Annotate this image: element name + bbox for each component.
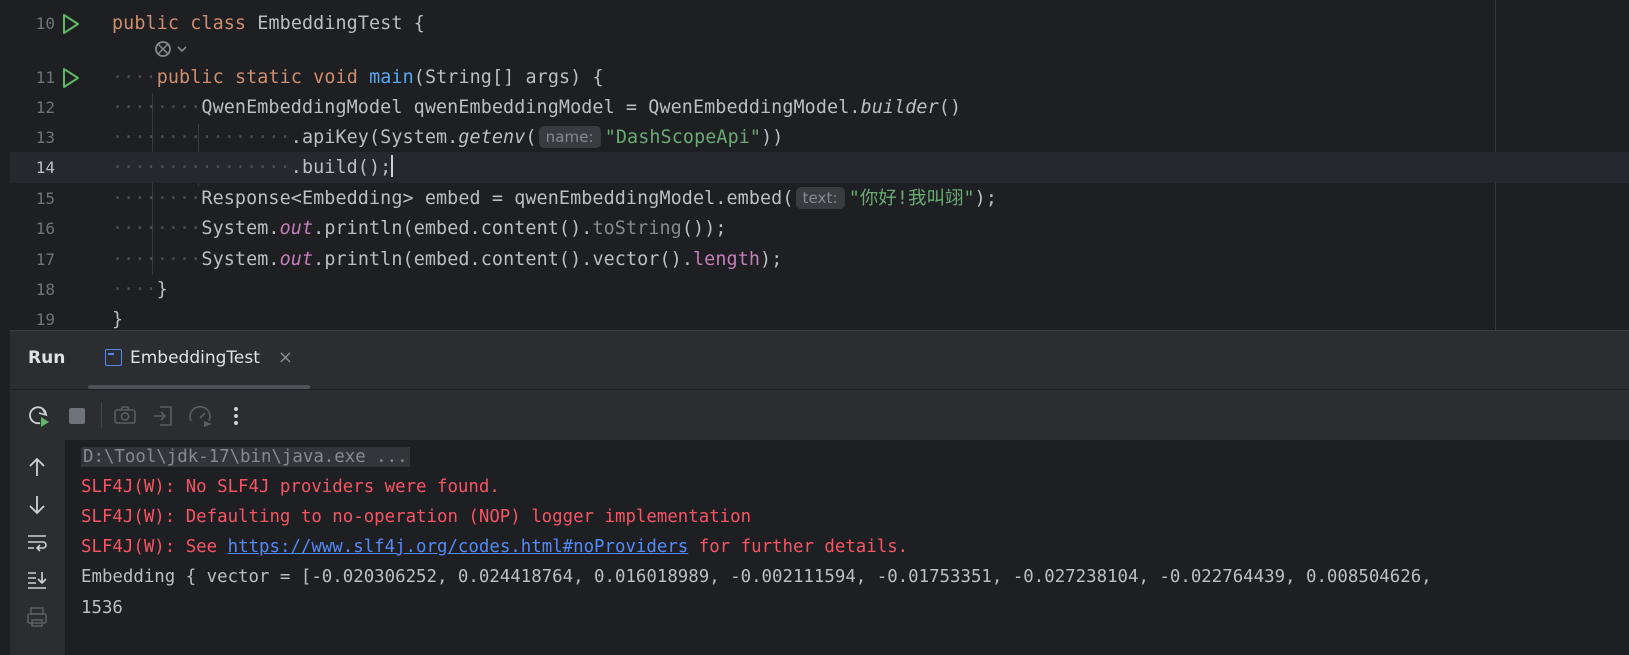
exit-icon[interactable] — [151, 404, 173, 426]
run-title: Run — [28, 348, 66, 368]
console-line: SLF4J(W): Defaulting to no-operation (NO… — [81, 507, 752, 527]
code-text: ········Response<Embedding> embed = qwen… — [112, 187, 998, 209]
code-line[interactable]: 13 ················.apiKey(System.getenv… — [10, 122, 1629, 153]
code-line[interactable]: 16 ········System.out.println(embed.cont… — [10, 213, 1629, 244]
console-side-toolbar — [10, 440, 65, 655]
code-text: ········QwenEmbeddingModel qwenEmbedding… — [112, 97, 962, 118]
close-icon[interactable]: × — [278, 347, 293, 368]
code-line[interactable]: 17 ········System.out.println(embed.cont… — [10, 244, 1629, 275]
line-number: 17 — [35, 250, 55, 269]
run-tool-window-header: Run EmbeddingTest × — [10, 331, 1629, 389]
line-number: 18 — [35, 280, 55, 299]
console-line: SLF4J(W): No SLF4J providers were found. — [81, 477, 500, 497]
run-gutter-icon[interactable] — [62, 68, 80, 92]
console-line: 1536 — [81, 598, 123, 618]
line-number: 14 — [35, 158, 55, 177]
code-text: ····public static void main(String[] arg… — [112, 67, 604, 88]
console-output[interactable]: D:\Tool\jdk-17\bin\java.exe ... SLF4J(W)… — [65, 440, 1629, 655]
profiler-icon[interactable] — [188, 404, 212, 427]
soft-wrap-icon[interactable] — [26, 532, 48, 554]
tab-embeddingtest[interactable]: EmbeddingTest × — [105, 347, 293, 368]
scroll-to-end-icon[interactable] — [26, 569, 48, 591]
code-line[interactable]: 18 ····} — [10, 274, 1629, 305]
code-text: ················.build(); — [112, 155, 394, 178]
code-line[interactable]: 15 ········Response<Embedding> embed = q… — [10, 183, 1629, 214]
up-arrow-icon[interactable] — [26, 456, 48, 478]
console-line: Embedding { vector = [-0.020306252, 0.02… — [81, 567, 1432, 587]
tab-label: EmbeddingTest — [130, 347, 260, 368]
rerun-icon[interactable] — [27, 404, 49, 427]
line-number: 15 — [35, 189, 55, 208]
console-icon — [105, 349, 122, 366]
parameter-hint: text: — [795, 187, 845, 209]
code-line[interactable]: 11 ····public static void main(String[] … — [10, 62, 1629, 93]
code-line-current[interactable]: 14 ················.build(); — [10, 152, 1629, 183]
code-text: public class EmbeddingTest { — [112, 13, 425, 34]
line-number: 12 — [35, 98, 55, 117]
more-icon[interactable] — [231, 404, 253, 426]
code-editor[interactable]: 10 public class EmbeddingTest { 11 ····p… — [10, 0, 1629, 342]
run-toolbar — [10, 390, 1629, 440]
code-text: ········System.out.println(embed.content… — [112, 218, 727, 239]
code-line[interactable]: 12 ········QwenEmbeddingModel qwenEmbedd… — [10, 92, 1629, 123]
ai-actions-icon[interactable] — [152, 38, 194, 64]
code-text: ················.apiKey(System.getenv(na… — [112, 126, 784, 148]
command-line[interactable]: D:\Tool\jdk-17\bin\java.exe ... — [81, 447, 410, 467]
print-icon[interactable] — [26, 606, 48, 628]
line-number: 16 — [35, 219, 55, 238]
code-text: ········System.out.println(embed.content… — [112, 249, 783, 270]
console-line: D:\Tool\jdk-17\bin\java.exe ... — [81, 442, 410, 472]
line-number: 10 — [35, 14, 55, 33]
toolbar-separator — [101, 402, 102, 428]
down-arrow-icon[interactable] — [26, 494, 48, 516]
parameter-hint: name: — [538, 126, 601, 148]
console-link[interactable]: https://www.slf4j.org/codes.html#noProvi… — [228, 537, 689, 557]
line-number: 11 — [35, 68, 55, 87]
console-line: SLF4J(W): See https://www.slf4j.org/code… — [81, 537, 909, 557]
code-line[interactable]: 10 public class EmbeddingTest { — [10, 8, 1629, 39]
line-number: 13 — [35, 128, 55, 147]
text-caret — [391, 155, 394, 177]
stop-icon[interactable] — [66, 404, 88, 426]
code-text: ····} — [112, 279, 168, 300]
run-gutter-icon[interactable] — [62, 14, 80, 38]
camera-icon[interactable] — [113, 404, 136, 426]
